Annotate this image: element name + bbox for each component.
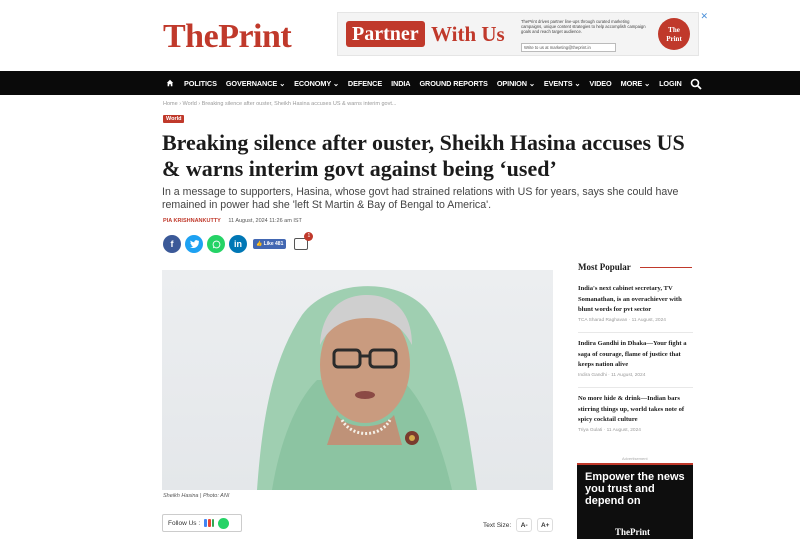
nav-item-governance[interactable]: GOVERNANCE ⌄	[226, 79, 285, 88]
ad-logo-circle: The Print	[658, 18, 690, 50]
ad-circle-the: The	[668, 26, 680, 34]
byline: PIA KRISHNANKUTTY 11 August, 2024 11:26 …	[163, 218, 302, 224]
sidebar-ad-text: Empower the news you trust and depend on	[585, 471, 685, 507]
share-bar: f in 👍 Like 481 1	[163, 232, 314, 253]
divider	[578, 387, 693, 388]
search-icon[interactable]	[690, 78, 702, 90]
nav-item-login[interactable]: LOGIN	[659, 79, 682, 88]
google-news-icon[interactable]	[204, 519, 215, 527]
text-size-controls: Text Size: A- A+	[483, 518, 554, 532]
advertisement-label: Advertisement	[622, 456, 648, 461]
follow-us-label: Follow Us :	[168, 519, 201, 527]
most-popular-item[interactable]: No more hide & drink—Indian bars stirrin…	[578, 394, 696, 433]
nav-item-opinion[interactable]: OPINION ⌄	[497, 79, 535, 88]
nav-item-more[interactable]: MORE ⌄	[621, 79, 651, 88]
publish-date: 11 August, 2024 11:26 am IST	[228, 218, 302, 224]
logo-the: The	[163, 18, 219, 55]
breadcrumb[interactable]: Home › World › Breaking silence after ou…	[163, 101, 396, 107]
most-popular-headline[interactable]: India's next cabinet secretary, TV Soman…	[578, 284, 696, 316]
ad-cta: Write to us at marketing@theprint.in	[521, 43, 616, 52]
most-popular-item[interactable]: Indira Gandhi in Dhaka—Your fight a saga…	[578, 339, 696, 378]
most-popular-meta: Indira Gandhi · 11 August, 2024	[578, 372, 646, 378]
home-icon[interactable]	[166, 79, 174, 87]
most-popular-headline[interactable]: No more hide & drink—Indian bars stirrin…	[578, 394, 696, 426]
nav-item-economy[interactable]: ECONOMY ⌄	[294, 79, 339, 88]
most-popular-meta: Triya Gulati · 11 August, 2024	[578, 427, 641, 433]
most-popular-rule	[640, 267, 692, 268]
comment-count-badge: 1	[304, 232, 314, 241]
text-smaller-button[interactable]: A-	[516, 518, 533, 532]
ad-description: ThePrint drives partner line-ups through…	[521, 19, 646, 34]
ad-with-us: With Us	[431, 22, 505, 46]
category-tag[interactable]: World	[163, 115, 185, 123]
most-popular-item[interactable]: India's next cabinet secretary, TV Soman…	[578, 284, 696, 323]
sidebar-ad-brand: ThePrint	[615, 527, 650, 537]
site-logo[interactable]: ThePrint	[163, 18, 292, 56]
ad-accent	[577, 463, 693, 465]
top-ad-banner[interactable]: Partner With Us ThePrint drives partner …	[337, 11, 708, 56]
most-popular-meta: TCA Sharad Raghavan · 11 August, 2024	[578, 317, 666, 323]
nav-item-events[interactable]: EVENTS ⌄	[544, 79, 581, 88]
nav-item-video[interactable]: VIDEO	[589, 79, 611, 88]
facebook-like-button[interactable]: 👍 Like 481	[253, 239, 287, 249]
whatsapp-follow-icon[interactable]	[218, 517, 230, 529]
ad-close-icon[interactable]: ✕	[700, 11, 708, 22]
ad-circle-print: Print	[666, 35, 682, 43]
hero-photo-illustration	[257, 286, 477, 490]
facebook-share-icon[interactable]: f	[163, 235, 181, 253]
author-link[interactable]: PIA KRISHNANKUTTY	[163, 218, 221, 224]
nav-item-india[interactable]: INDIA	[391, 79, 410, 88]
article-headline: Breaking silence after ouster, Sheikh Ha…	[162, 130, 685, 181]
article-dek: In a message to supporters, Hasina, whos…	[162, 186, 679, 211]
nav-item-ground-reports[interactable]: GROUND REPORTS	[419, 79, 487, 88]
nav-item-defence[interactable]: DEFENCE	[348, 79, 382, 88]
hero-image	[162, 270, 553, 490]
twitter-share-icon[interactable]	[185, 235, 203, 253]
main-navbar: POLITICS GOVERNANCE ⌄ ECONOMY ⌄ DEFENCE INDI…	[0, 71, 800, 95]
sidebar-ad[interactable]: Empower the news you trust and depend on…	[577, 463, 693, 539]
comment-icon[interactable]: 1	[294, 232, 314, 250]
divider	[578, 332, 693, 333]
image-caption: Sheikh Hasina | Photo: ANI	[163, 493, 230, 499]
most-popular-headline[interactable]: Indira Gandhi in Dhaka—Your fight a saga…	[578, 339, 696, 371]
text-larger-button[interactable]: A+	[537, 518, 554, 532]
linkedin-share-icon[interactable]: in	[229, 235, 247, 253]
follow-us-bar[interactable]: Follow Us :	[162, 514, 242, 532]
most-popular-title: Most Popular	[578, 262, 631, 272]
nav-item-politics[interactable]: POLITICS	[184, 79, 217, 88]
logo-print: Print	[218, 18, 292, 55]
text-size-label: Text Size:	[483, 521, 512, 529]
whatsapp-share-icon[interactable]	[207, 235, 225, 253]
ad-pill: Partner	[346, 21, 425, 47]
